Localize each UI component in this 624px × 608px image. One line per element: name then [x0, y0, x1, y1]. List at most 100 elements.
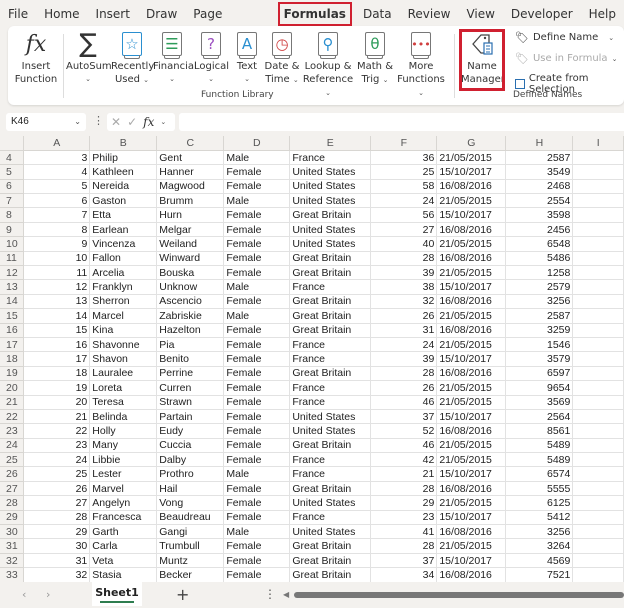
cell-a7[interactable]: 6	[23, 193, 91, 209]
cell-e15[interactable]: Great Britain	[289, 308, 372, 324]
cell-e19[interactable]: Great Britain	[289, 366, 372, 382]
cell-d11[interactable]: Female	[223, 251, 291, 267]
cell-e12[interactable]: Great Britain	[289, 265, 372, 281]
cell-g29[interactable]: 15/10/2017	[436, 510, 507, 526]
cell-f10[interactable]: 40	[370, 236, 438, 252]
cell-c18[interactable]: Benito	[156, 351, 225, 367]
cell-f29[interactable]: 23	[370, 510, 438, 526]
cell-f12[interactable]: 39	[370, 265, 438, 281]
cell-h17[interactable]: 1546	[505, 337, 574, 353]
select-all-corner[interactable]	[0, 136, 25, 151]
row-header[interactable]: 19	[0, 366, 25, 382]
cell-b29[interactable]: Francesca	[89, 510, 158, 526]
cell-i15[interactable]	[572, 308, 624, 324]
cell-a6[interactable]: 5	[23, 179, 91, 195]
cell-d27[interactable]: Female	[223, 481, 291, 497]
cell-h15[interactable]: 2587	[505, 308, 574, 324]
insert-function-button[interactable]: fx Insert Function	[14, 30, 58, 86]
cell-i23[interactable]	[572, 423, 624, 439]
cell-h25[interactable]: 5489	[505, 452, 574, 468]
cell-f9[interactable]: 27	[370, 222, 438, 238]
cell-f18[interactable]: 39	[370, 351, 438, 367]
cell-g27[interactable]: 16/08/2016	[436, 481, 507, 497]
cell-c20[interactable]: Curren	[156, 380, 225, 396]
cell-b20[interactable]: Loreta	[89, 380, 158, 396]
cell-d13[interactable]: Male	[223, 279, 291, 295]
cell-d14[interactable]: Female	[223, 294, 291, 310]
cell-i11[interactable]	[572, 251, 624, 267]
cell-c12[interactable]: Bouska	[156, 265, 225, 281]
cell-f13[interactable]: 38	[370, 279, 438, 295]
cell-i9[interactable]	[572, 222, 624, 238]
cell-d12[interactable]: Female	[223, 265, 291, 281]
row-header[interactable]: 15	[0, 308, 25, 324]
cell-i26[interactable]	[572, 466, 624, 482]
row-header[interactable]: 11	[0, 251, 25, 267]
cell-i12[interactable]	[572, 265, 624, 281]
row-header[interactable]: 25	[0, 452, 25, 468]
cell-b32[interactable]: Veta	[89, 553, 158, 569]
cell-e30[interactable]: United States	[289, 524, 372, 540]
row-header[interactable]: 7	[0, 193, 25, 209]
cell-c13[interactable]: Unknow	[156, 279, 225, 295]
cell-f26[interactable]: 21	[370, 466, 438, 482]
next-sheet-icon[interactable]: ›	[46, 588, 50, 601]
cell-d20[interactable]: Female	[223, 380, 291, 396]
cell-e6[interactable]: United States	[289, 179, 372, 195]
cell-f14[interactable]: 32	[370, 294, 438, 310]
cell-g13[interactable]: 15/10/2017	[436, 279, 507, 295]
row-header[interactable]: 8	[0, 207, 25, 223]
cell-c17[interactable]: Pia	[156, 337, 225, 353]
cell-f8[interactable]: 56	[370, 207, 438, 223]
row-header[interactable]: 17	[0, 337, 25, 353]
cell-i27[interactable]	[572, 481, 624, 497]
cell-a17[interactable]: 16	[23, 337, 91, 353]
cell-c25[interactable]: Dalby	[156, 452, 225, 468]
add-sheet-button[interactable]: +	[176, 585, 189, 604]
cell-c14[interactable]: Ascencio	[156, 294, 225, 310]
cell-b24[interactable]: Many	[89, 438, 158, 454]
cell-g8[interactable]: 15/10/2017	[436, 207, 507, 223]
cell-i22[interactable]	[572, 409, 624, 425]
cell-a28[interactable]: 27	[23, 495, 91, 511]
cell-a26[interactable]: 25	[23, 466, 91, 482]
cell-a25[interactable]: 24	[23, 452, 91, 468]
cell-i24[interactable]	[572, 438, 624, 454]
cell-c22[interactable]: Partain	[156, 409, 225, 425]
cell-c26[interactable]: Prothro	[156, 466, 225, 482]
cell-e13[interactable]: France	[289, 279, 372, 295]
cell-e14[interactable]: Great Britain	[289, 294, 372, 310]
cell-c23[interactable]: Eudy	[156, 423, 225, 439]
cell-h8[interactable]: 3598	[505, 207, 574, 223]
cell-f21[interactable]: 46	[370, 395, 438, 410]
cell-h21[interactable]: 3569	[505, 395, 574, 410]
row-header[interactable]: 12	[0, 265, 25, 281]
row-header[interactable]: 22	[0, 409, 25, 425]
cell-d5[interactable]: Female	[223, 164, 291, 180]
cell-g32[interactable]: 15/10/2017	[436, 553, 507, 569]
cell-a16[interactable]: 15	[23, 323, 91, 338]
cell-f33[interactable]: 34	[370, 567, 438, 582]
cell-a4[interactable]: 3	[23, 150, 91, 166]
row-header[interactable]: 18	[0, 351, 25, 367]
cell-e4[interactable]: France	[289, 150, 372, 166]
cell-g21[interactable]: 21/05/2015	[436, 395, 507, 410]
menu-tab-developer[interactable]: Developer	[503, 2, 581, 26]
cell-i31[interactable]	[572, 538, 624, 554]
cell-e11[interactable]: Great Britain	[289, 251, 372, 267]
cell-d17[interactable]: Female	[223, 337, 291, 353]
cell-a12[interactable]: 11	[23, 265, 91, 281]
cell-d33[interactable]: Female	[223, 567, 291, 582]
cell-i32[interactable]	[572, 553, 624, 569]
cell-a15[interactable]: 14	[23, 308, 91, 324]
menu-tab-formulas[interactable]: Formulas	[277, 2, 352, 26]
row-header[interactable]: 28	[0, 495, 25, 511]
cell-c16[interactable]: Hazelton	[156, 323, 225, 338]
cell-h19[interactable]: 6597	[505, 366, 574, 382]
cell-d9[interactable]: Female	[223, 222, 291, 238]
cell-e25[interactable]: France	[289, 452, 372, 468]
cell-d25[interactable]: Female	[223, 452, 291, 468]
cell-b26[interactable]: Lester	[89, 466, 158, 482]
row-header[interactable]: 33	[0, 567, 25, 582]
cell-g5[interactable]: 15/10/2017	[436, 164, 507, 180]
